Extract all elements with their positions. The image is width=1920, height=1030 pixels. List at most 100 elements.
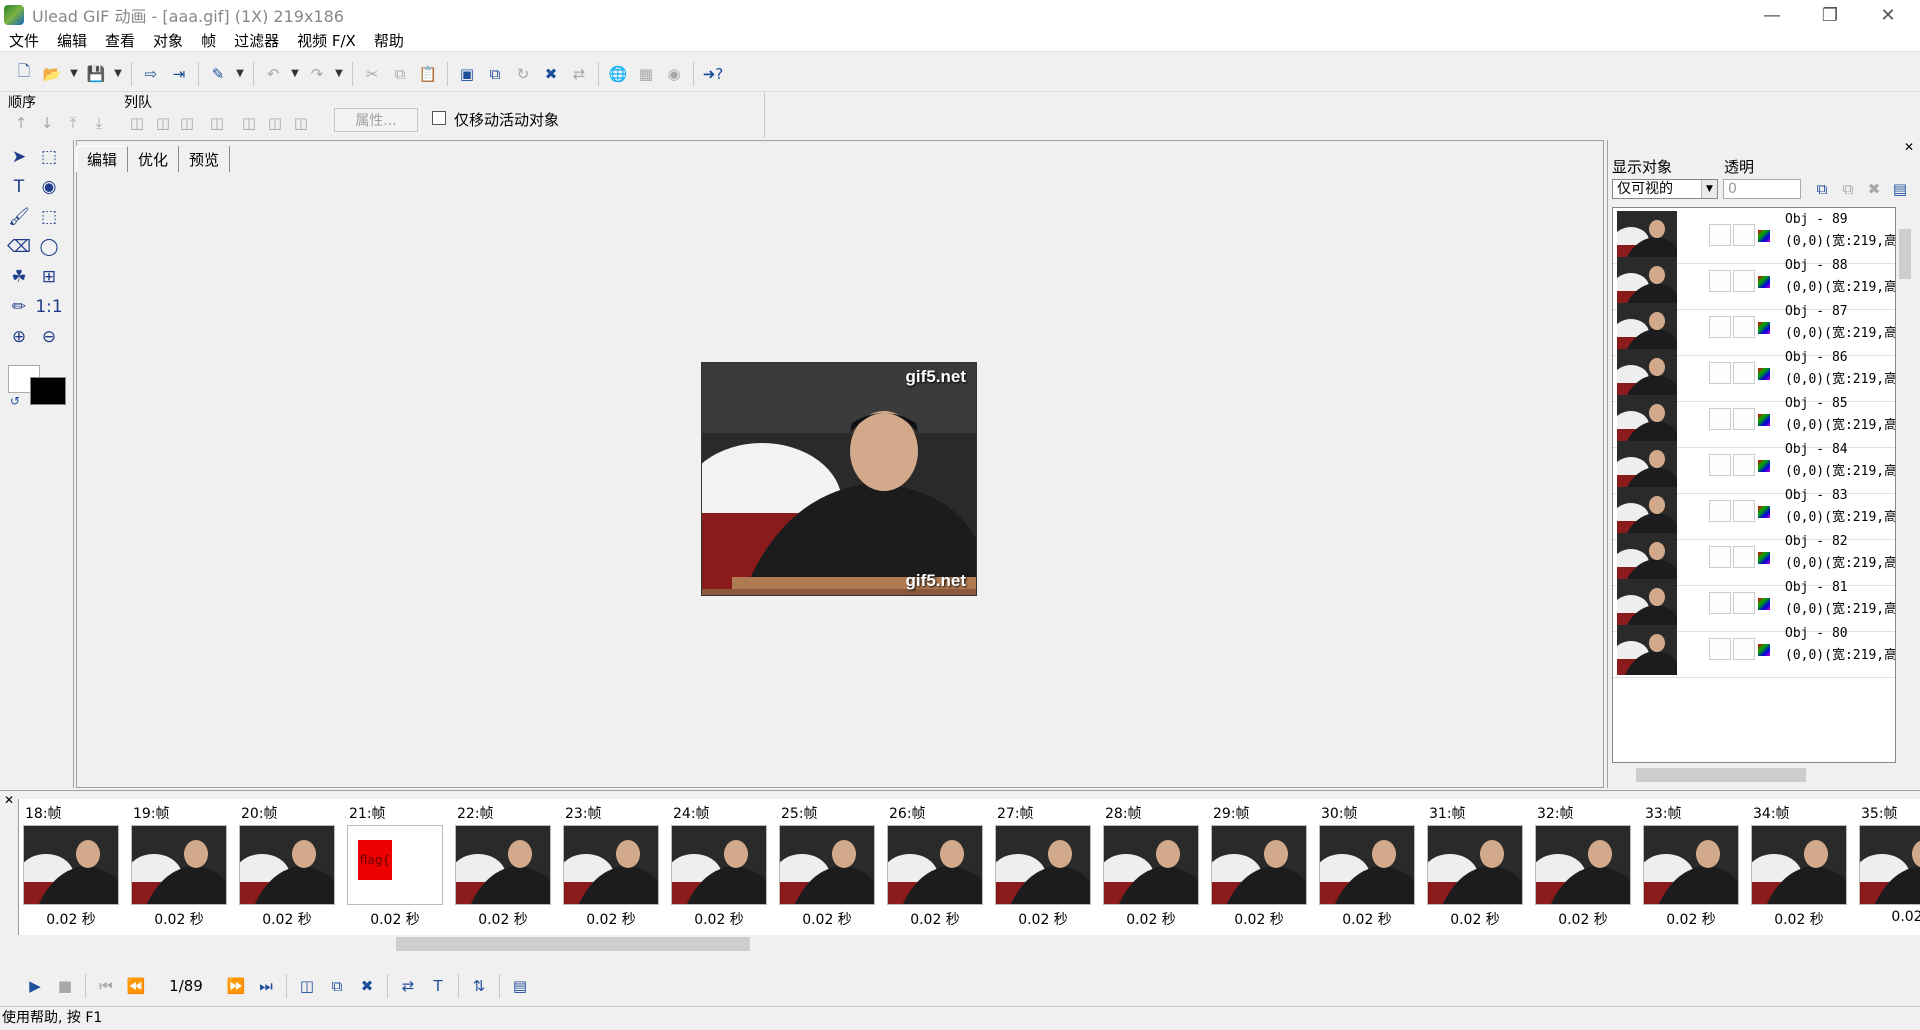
redo-dropdown-icon[interactable]: ▼ xyxy=(333,62,345,86)
frame-properties-icon[interactable]: ▤ xyxy=(507,973,533,999)
frame-delay[interactable]: 0.02 秒 xyxy=(1099,909,1203,929)
move-top-icon[interactable]: ⤒ xyxy=(62,112,84,134)
browser-preview-icon[interactable]: 🌐 xyxy=(606,62,630,86)
close-button[interactable]: ✕ xyxy=(1859,0,1917,30)
object-lock-toggle[interactable] xyxy=(1733,316,1755,338)
object-visible-toggle[interactable] xyxy=(1709,316,1731,338)
frame-delay[interactable]: 0.02 秒 xyxy=(19,909,123,929)
add-frame-icon[interactable]: ◫ xyxy=(294,973,320,999)
tab-edit[interactable]: 编辑 xyxy=(76,146,129,172)
save-dropdown-icon[interactable]: ▼ xyxy=(112,62,124,86)
frame-item[interactable]: 32:帧 0.02 秒 xyxy=(1531,799,1639,935)
frame-delay[interactable]: 0.02 秒 xyxy=(775,909,879,929)
actual-size-tool-icon[interactable]: 1:1 xyxy=(35,294,62,320)
menu-frame[interactable]: 帧 xyxy=(192,30,225,51)
move-active-only-checkbox[interactable] xyxy=(432,111,446,125)
context-help-icon[interactable]: ➜? xyxy=(701,62,725,86)
align-center-icon[interactable]: ◫ xyxy=(152,112,174,134)
redo-icon[interactable]: ↷ xyxy=(305,62,329,86)
canvas-image[interactable]: gif5.net gif5.net xyxy=(701,362,977,596)
object-visible-toggle[interactable] xyxy=(1709,224,1731,246)
frame-item[interactable]: 24:帧 0.02 秒 xyxy=(667,799,775,935)
object-lock-toggle[interactable] xyxy=(1733,592,1755,614)
frame-delay[interactable]: 0.02 秒 xyxy=(451,909,555,929)
frame-delay[interactable]: 0.02 秒 xyxy=(1315,909,1419,929)
flip-icon[interactable]: ⇄ xyxy=(567,62,591,86)
marquee-tool-icon[interactable]: ⬚ xyxy=(36,144,62,170)
properties-button[interactable]: 属性... xyxy=(334,108,418,132)
object-visible-toggle[interactable] xyxy=(1709,454,1731,476)
add-video-icon[interactable]: ⇥ xyxy=(167,62,191,86)
frame-item[interactable]: 21:帧 flag{0.02 秒 xyxy=(343,799,451,935)
first-frame-icon[interactable]: ⏮ xyxy=(93,973,119,999)
show-objects-select[interactable]: 仅可视的 ▼ xyxy=(1612,179,1718,199)
menu-help[interactable]: 帮助 xyxy=(365,30,413,51)
menu-video-fx[interactable]: 视频 F/X xyxy=(288,30,365,51)
fill-tool-icon[interactable]: ☘ xyxy=(6,264,32,290)
frame-item[interactable]: 30:帧 0.02 秒 xyxy=(1315,799,1423,935)
frame-delay[interactable]: 0.02 秒 xyxy=(1423,909,1527,929)
crop-tool-icon[interactable]: ⊞ xyxy=(36,264,62,290)
move-down-icon[interactable]: ↓ xyxy=(36,112,58,134)
frame-item[interactable]: 28:帧 0.02 秒 xyxy=(1099,799,1207,935)
undo-dropdown-icon[interactable]: ▼ xyxy=(289,62,301,86)
frame-item[interactable]: 20:帧 0.02 秒 xyxy=(235,799,343,935)
panel-close-icon[interactable]: ✕ xyxy=(1904,140,1914,154)
object-visible-toggle[interactable] xyxy=(1709,500,1731,522)
pointer-tool-icon[interactable]: ➤ xyxy=(6,144,32,170)
new-file-icon[interactable]: 🗋 xyxy=(12,62,36,86)
transparency-spinner[interactable]: 0 xyxy=(1723,179,1801,199)
distribute-h-icon[interactable]: ◫ xyxy=(264,112,286,134)
transform-tool-icon[interactable]: ◉ xyxy=(36,174,62,200)
effects-dropdown-icon[interactable]: ▼ xyxy=(234,62,246,86)
next-frame-icon[interactable]: ⏩ xyxy=(223,973,249,999)
move-bottom-icon[interactable]: ⤓ xyxy=(88,112,110,134)
frame-delay[interactable]: 0.02 秒 xyxy=(1639,909,1743,929)
undo-icon[interactable]: ↶ xyxy=(261,62,285,86)
delete-object-icon[interactable]: ✖ xyxy=(1862,177,1886,201)
frame-delay[interactable]: 0.02 秒 xyxy=(559,909,663,929)
menu-view[interactable]: 查看 xyxy=(96,30,144,51)
frame-item[interactable]: 27:帧 0.02 秒 xyxy=(991,799,1099,935)
frame-delay[interactable]: 0.02 秒 xyxy=(127,909,231,929)
save-icon[interactable]: 💾 xyxy=(84,62,108,86)
object-visible-toggle[interactable] xyxy=(1709,408,1731,430)
frame-item[interactable]: 33:帧 0.02 秒 xyxy=(1639,799,1747,935)
align-bottom-icon[interactable]: ◫ xyxy=(206,112,228,134)
paste-icon[interactable]: 📋 xyxy=(416,62,440,86)
object-lock-toggle[interactable] xyxy=(1733,454,1755,476)
object-lock-toggle[interactable] xyxy=(1733,546,1755,568)
play-icon[interactable]: ▶ xyxy=(22,973,48,999)
frame-delay[interactable]: 0.02 秒 xyxy=(343,909,447,929)
lasso-select-tool-icon[interactable]: ⬚ xyxy=(36,204,62,230)
tab-preview[interactable]: 预览 xyxy=(179,146,231,172)
distribute-v-icon[interactable]: ◫ xyxy=(290,112,312,134)
frames-panel-close-icon[interactable]: ✕ xyxy=(4,793,14,807)
menu-edit[interactable]: 编辑 xyxy=(48,30,96,51)
last-frame-icon[interactable]: ⏭ xyxy=(253,973,279,999)
text-tool-icon[interactable]: T xyxy=(6,174,32,200)
merge-object-icon[interactable]: ⧉ xyxy=(1836,177,1860,201)
frame-item[interactable]: 29:帧 0.02 秒 xyxy=(1207,799,1315,935)
eyedropper-tool-icon[interactable]: ✏ xyxy=(6,294,32,320)
frame-delay[interactable]: 0.02 秒 xyxy=(1531,909,1635,929)
object-visible-toggle[interactable] xyxy=(1709,270,1731,292)
tab-optimize[interactable]: 优化 xyxy=(128,146,180,172)
frame-delay[interactable]: 0.02 xyxy=(1855,909,1920,925)
stop-icon[interactable]: ■ xyxy=(52,973,78,999)
frame-delay[interactable]: 0.02 秒 xyxy=(883,909,987,929)
previous-frame-icon[interactable]: ⏪ xyxy=(123,973,149,999)
align-left-icon[interactable]: ◫ xyxy=(126,112,148,134)
reverse-order-icon[interactable]: ⇅ xyxy=(466,973,492,999)
menu-filter[interactable]: 过滤器 xyxy=(225,30,288,51)
object-lock-toggle[interactable] xyxy=(1733,224,1755,246)
frame-delay[interactable]: 0.02 秒 xyxy=(1747,909,1851,929)
object-lock-toggle[interactable] xyxy=(1733,270,1755,292)
frame-item[interactable]: 34:帧 0.02 秒 xyxy=(1747,799,1855,935)
object-lock-toggle[interactable] xyxy=(1733,500,1755,522)
object-list-horizontal-scrollbar[interactable] xyxy=(1612,766,1896,784)
zoom-in-tool-icon[interactable]: ⊕ xyxy=(6,324,32,350)
object-lock-toggle[interactable] xyxy=(1733,638,1755,660)
effects-icon[interactable]: ✎ xyxy=(206,62,230,86)
optimize-icon[interactable]: ▦ xyxy=(634,62,658,86)
